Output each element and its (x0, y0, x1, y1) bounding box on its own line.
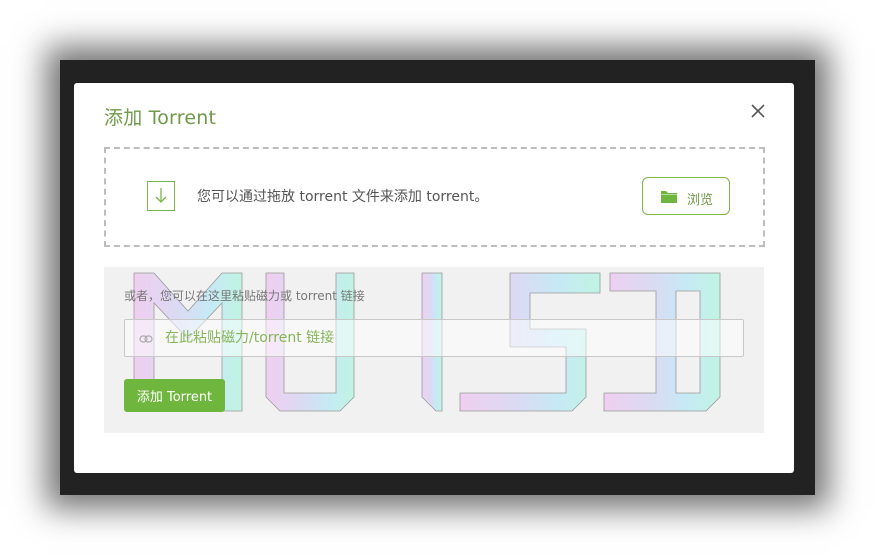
folder-icon (661, 191, 677, 203)
magnet-link-field (124, 319, 744, 357)
magnet-link-input[interactable] (163, 320, 737, 356)
browse-label: 浏览 (687, 193, 714, 208)
add-torrent-dialog: 添加 Torrent 您可以通过拖放 torrent 文件来添加 torrent… (74, 83, 794, 473)
page-backdrop: 添加 Torrent 您可以通过拖放 torrent 文件来添加 torrent… (0, 0, 875, 555)
link-icon (139, 335, 153, 343)
close-icon (751, 104, 765, 118)
paste-link-panel: 或者，您可以在这里粘贴磁力或 torrent 链接 添加 Torrent (104, 267, 764, 433)
torrent-drop-zone[interactable]: 您可以通过拖放 torrent 文件来添加 torrent。 浏览 (104, 147, 765, 247)
drop-zone-text: 您可以通过拖放 torrent 文件来添加 torrent。 (197, 189, 489, 205)
add-torrent-button[interactable]: 添加 Torrent (124, 379, 225, 412)
browse-button[interactable]: 浏览 (642, 177, 730, 215)
paste-instruction-text: 或者，您可以在这里粘贴磁力或 torrent 链接 (124, 289, 365, 303)
download-arrow-icon (147, 181, 175, 211)
dialog-title: 添加 Torrent (104, 107, 217, 129)
close-button[interactable] (747, 100, 769, 122)
